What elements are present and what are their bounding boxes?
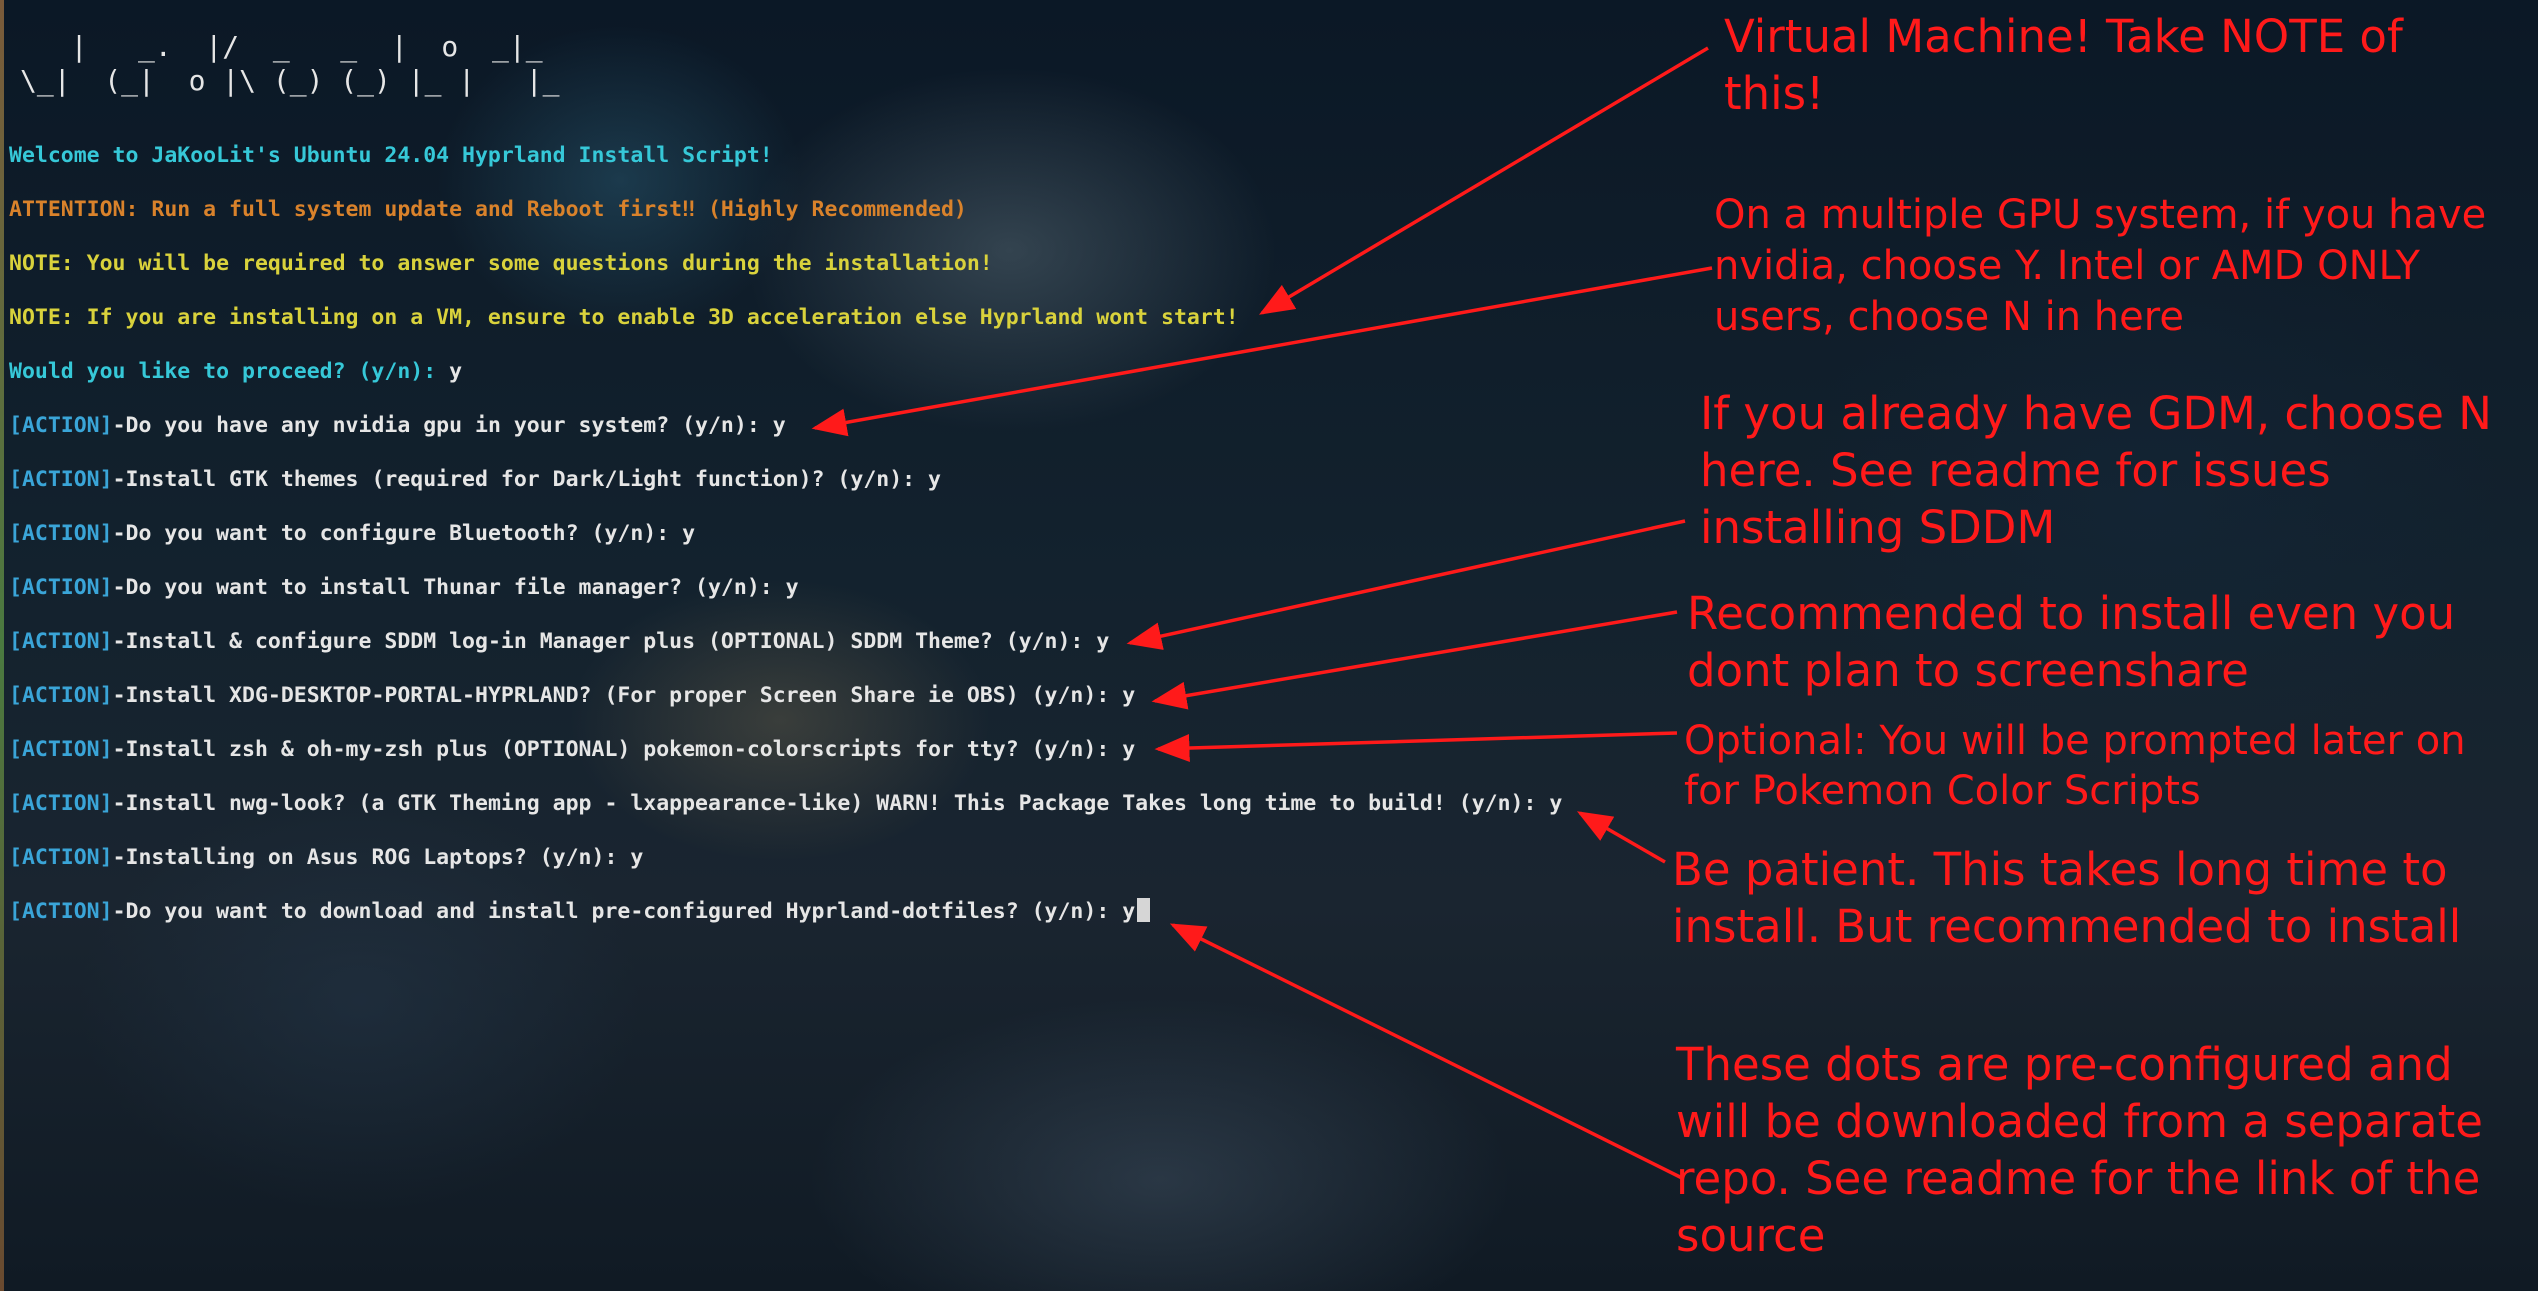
annotation-gdm-note: If you already have GDM, choose N here. …	[1700, 387, 2492, 554]
arrow-xdg-portal	[1151, 610, 1678, 710]
annotation-pokemon-note: Optional: You will be prompted later on …	[1684, 718, 2466, 814]
arrow-zsh	[1154, 731, 1678, 763]
annotation-dotfiles-note: These dots are pre-configured and will b…	[1676, 1038, 2483, 1262]
annotation-screenshare-note: Recommended to install even you dont pla…	[1687, 587, 2456, 697]
arrow-dotfiles	[1169, 923, 1683, 1180]
annotation-gpu-note: On a multiple GPU system, if you have nv…	[1714, 192, 2487, 340]
arrow-nvidia	[811, 266, 1713, 437]
arrow-vm	[1258, 46, 1709, 315]
annotation-vm-note: Virtual Machine! Take NOTE of this!	[1724, 10, 2403, 120]
arrow-nwg-look	[1576, 811, 1666, 864]
annotation-patience-note: Be patient. This takes long time to inst…	[1672, 843, 2462, 953]
